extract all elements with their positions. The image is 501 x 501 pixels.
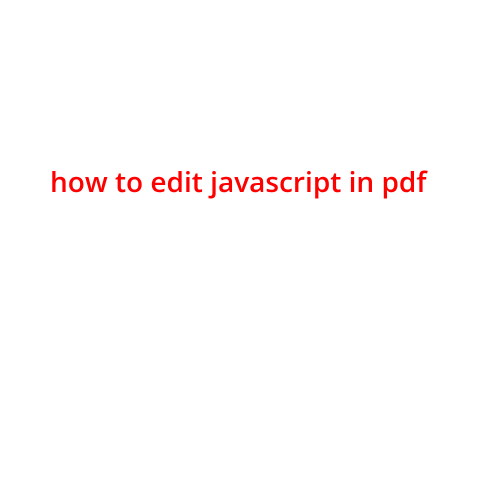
page-title: how to edit javascript in pdf (50, 163, 426, 201)
